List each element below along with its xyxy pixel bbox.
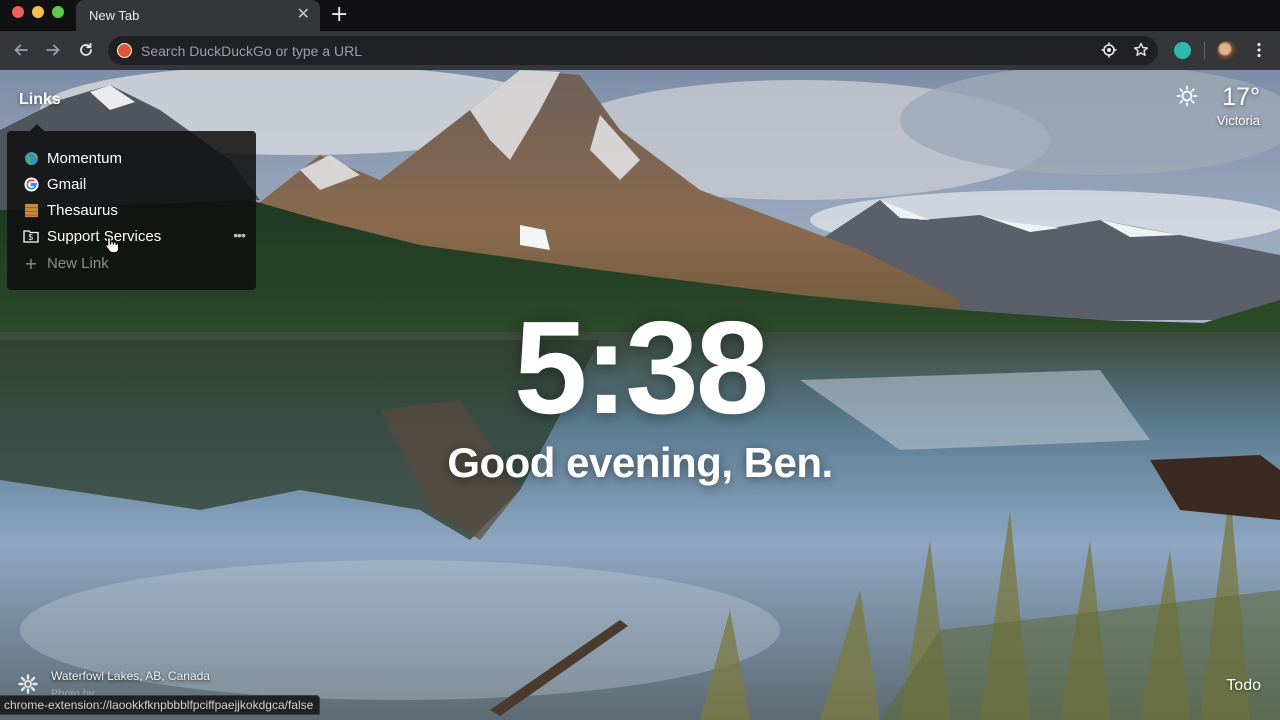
links-panel-caret bbox=[30, 124, 44, 131]
weather-location: Victoria bbox=[1216, 113, 1260, 128]
hand-pointer-icon bbox=[104, 236, 120, 254]
links-toggle[interactable]: Links bbox=[19, 91, 61, 109]
link-item-momentum[interactable]: Momentum bbox=[23, 147, 245, 169]
tab-strip: New Tab ✕ + bbox=[0, 0, 1280, 31]
todo-button[interactable]: Todo bbox=[1226, 677, 1261, 695]
link-label: Thesaurus bbox=[47, 201, 118, 219]
link-more-options-button[interactable]: ••• bbox=[233, 227, 246, 243]
browser-tab[interactable]: New Tab ✕ bbox=[76, 0, 320, 31]
reload-icon[interactable] bbox=[75, 39, 97, 61]
clock-time[interactable]: 5:38 bbox=[0, 298, 1280, 438]
link-item-support-services[interactable]: $ Support Services ••• bbox=[23, 225, 246, 247]
new-link-button[interactable]: + New Link bbox=[23, 252, 245, 274]
browser-toolbar bbox=[0, 31, 1280, 70]
duckduckgo-icon bbox=[117, 43, 132, 58]
close-icon[interactable]: ✕ bbox=[297, 6, 310, 24]
kebab-menu-icon[interactable] bbox=[1250, 41, 1268, 59]
globe-icon bbox=[23, 150, 39, 166]
forward-arrow-icon[interactable] bbox=[42, 39, 64, 61]
weather-widget[interactable]: 17° Victoria bbox=[1162, 83, 1262, 133]
window-minimize-button[interactable] bbox=[32, 6, 44, 18]
greeting-text[interactable]: Good evening, Ben. bbox=[0, 439, 1280, 487]
window-zoom-button[interactable] bbox=[52, 6, 64, 18]
link-label: Momentum bbox=[47, 149, 123, 167]
link-item-gmail[interactable]: Gmail bbox=[23, 173, 245, 195]
location-target-icon[interactable] bbox=[1100, 41, 1118, 59]
link-item-thesaurus[interactable]: Thesaurus bbox=[23, 199, 245, 221]
gear-icon[interactable] bbox=[18, 674, 38, 694]
bookmark-star-icon[interactable] bbox=[1132, 41, 1150, 59]
status-bar-url: chrome-extension://laookkfknpbbblfpciffp… bbox=[0, 695, 321, 715]
window-close-button[interactable] bbox=[12, 6, 24, 18]
back-arrow-icon[interactable] bbox=[10, 39, 32, 61]
sun-icon bbox=[1176, 85, 1198, 107]
thesaurus-icon bbox=[23, 202, 39, 218]
new-link-label: New Link bbox=[47, 254, 109, 272]
address-bar[interactable] bbox=[108, 36, 1158, 65]
tab-title: New Tab bbox=[89, 8, 140, 23]
profile-avatar[interactable] bbox=[1217, 41, 1237, 61]
extension-icon[interactable] bbox=[1173, 41, 1191, 59]
links-panel: Momentum Gmail Thesaurus $ Support Servi… bbox=[7, 131, 256, 290]
toolbar-divider bbox=[1204, 42, 1205, 59]
temperature: 17° bbox=[1222, 83, 1260, 111]
dollar-folder-icon: $ bbox=[23, 228, 39, 244]
svg-text:$: $ bbox=[29, 233, 34, 242]
plus-icon: + bbox=[24, 253, 38, 273]
photo-location[interactable]: Waterfowl Lakes, AB, Canada bbox=[51, 669, 210, 683]
new-tab-button[interactable]: + bbox=[330, 3, 348, 27]
link-label: Gmail bbox=[47, 175, 87, 193]
google-icon bbox=[23, 176, 39, 192]
url-input[interactable] bbox=[141, 41, 1041, 61]
